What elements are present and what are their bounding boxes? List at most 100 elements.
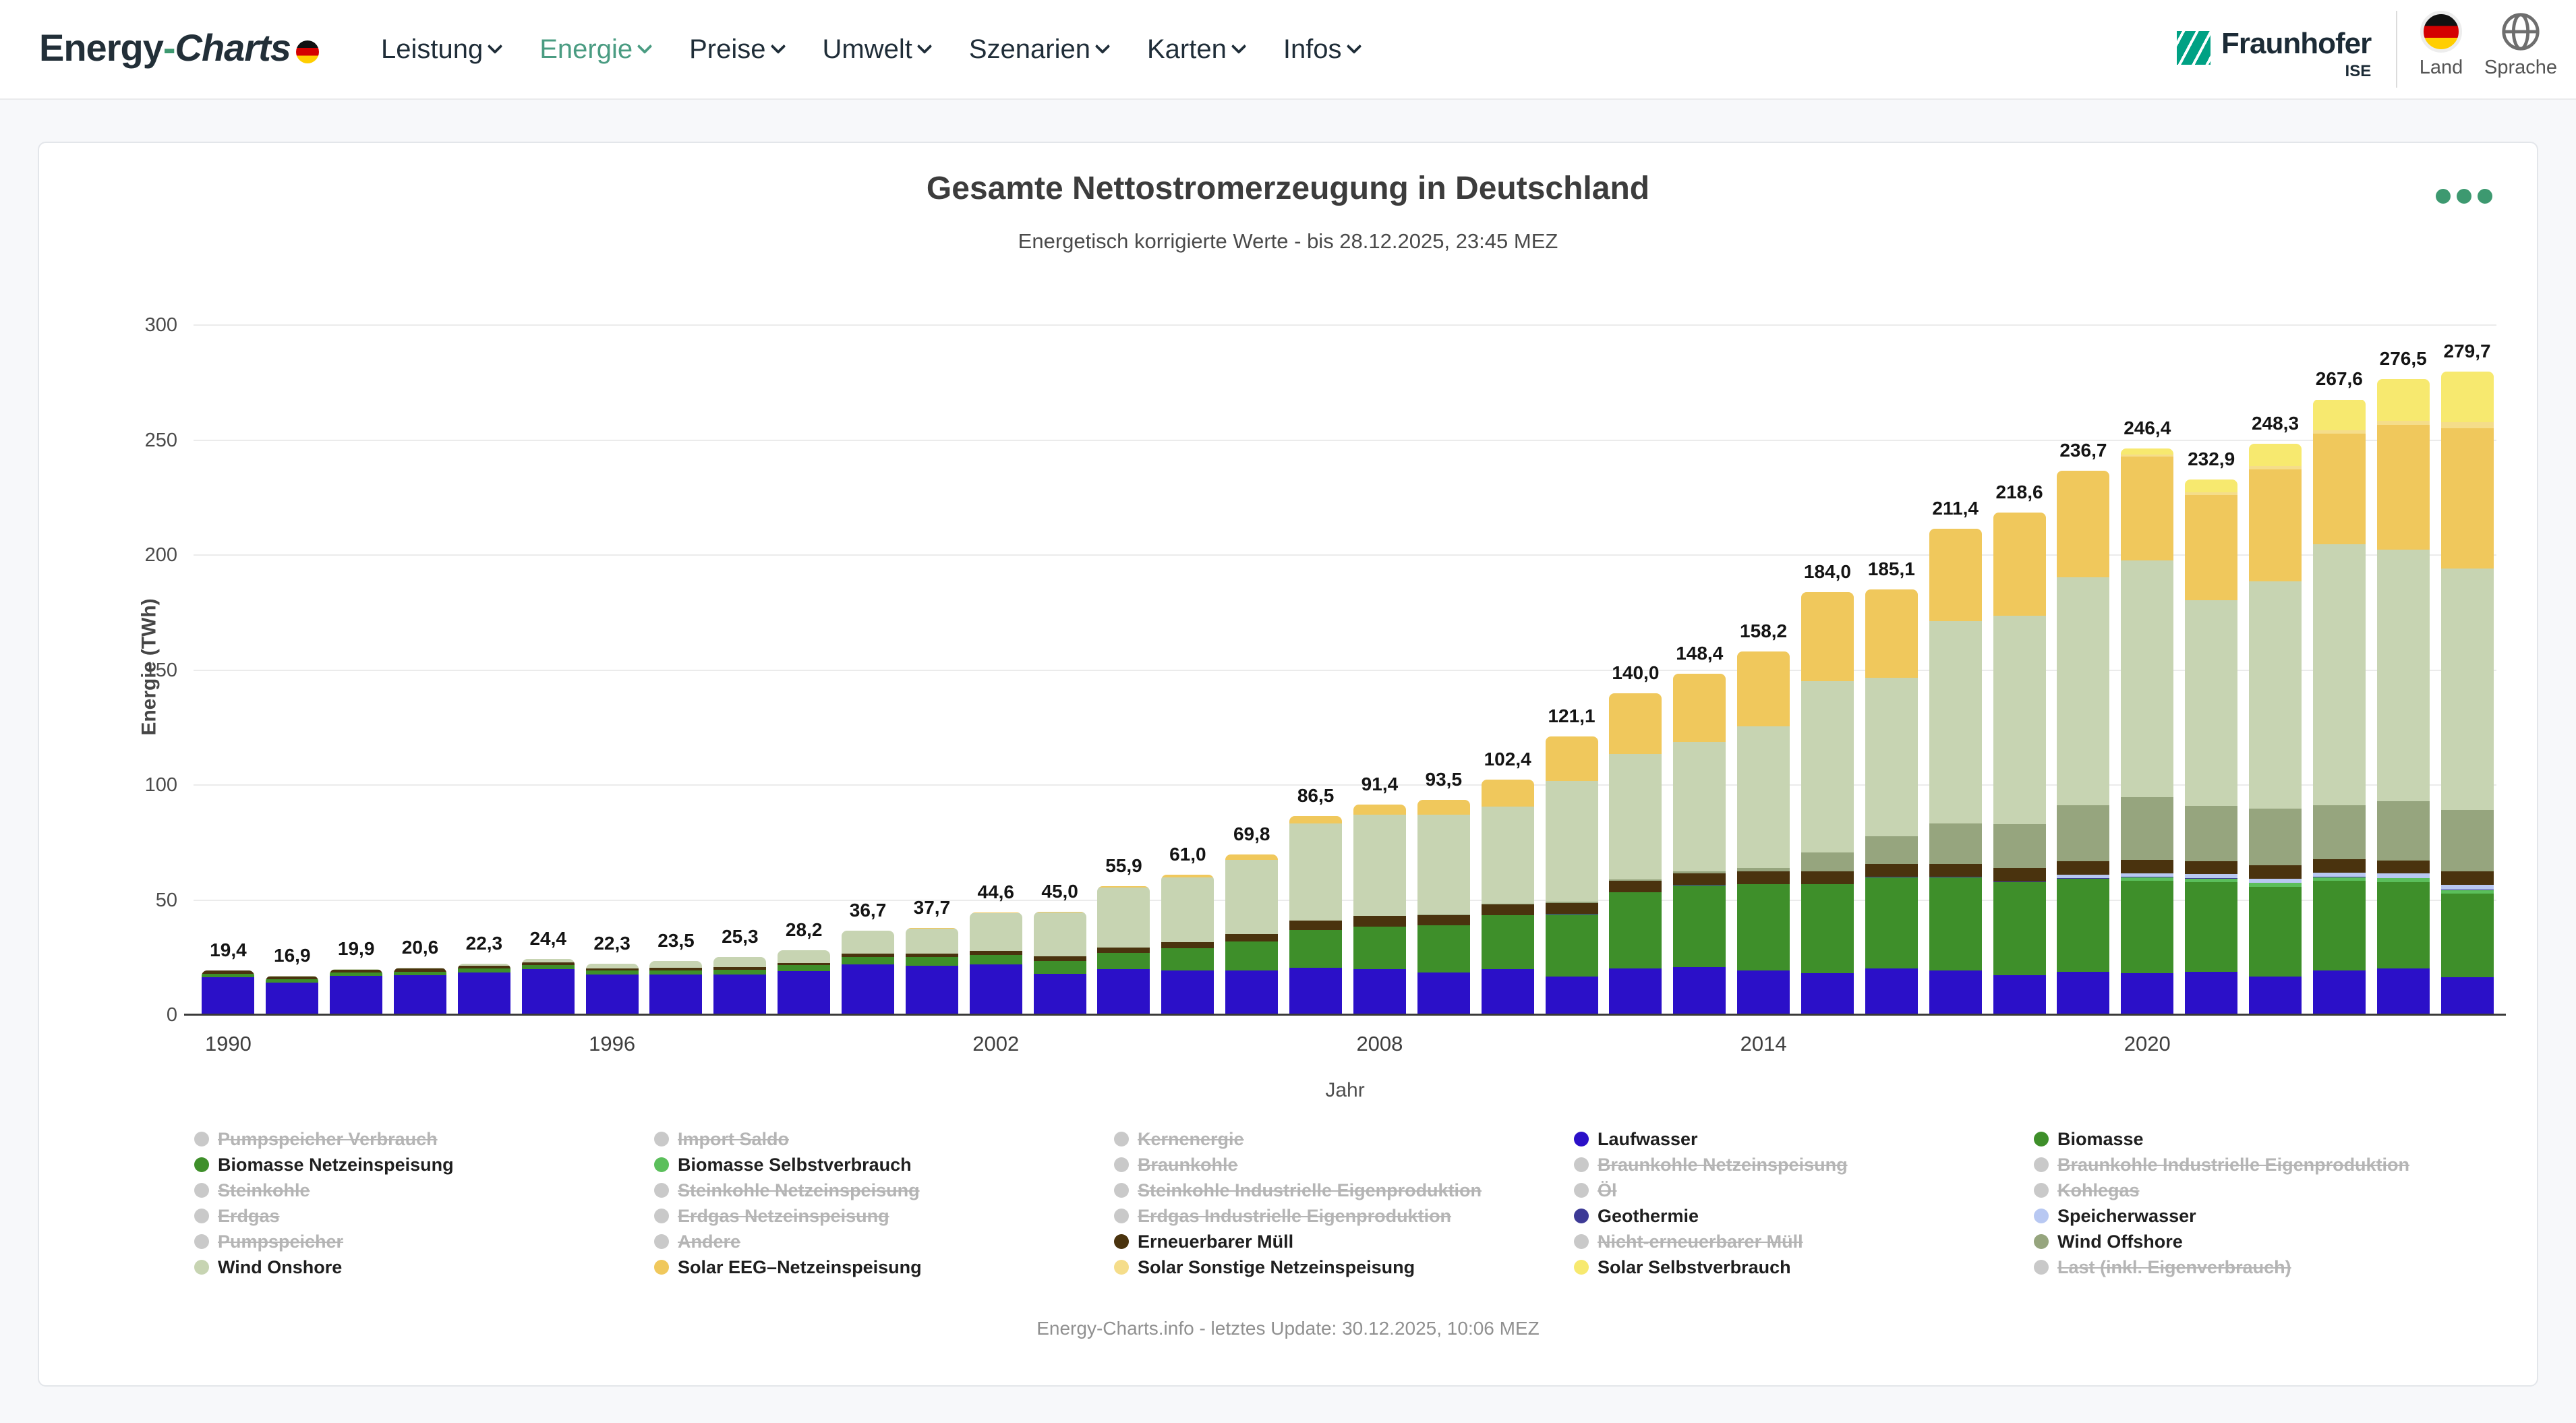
legend-item-kohlegas[interactable]: Kohlegas <box>2034 1178 2494 1203</box>
language-selector[interactable]: Sprache <box>2480 11 2561 79</box>
bar-1993[interactable] <box>394 967 446 1015</box>
legend-item-biomasse-netzeinspeisung[interactable]: Biomasse Netzeinspeisung <box>194 1152 654 1178</box>
bar-2018[interactable] <box>1993 512 2046 1015</box>
bar-2000[interactable] <box>842 930 895 1015</box>
legend-item-braunkohle-industrielle-eigenproduktion[interactable]: Braunkohle Industrielle Eigenproduktion <box>2034 1152 2494 1178</box>
legend-dot-icon <box>1574 1157 1589 1172</box>
bar-2009[interactable] <box>1417 800 1470 1015</box>
bar-1992[interactable] <box>330 969 383 1015</box>
bar-1999[interactable] <box>778 950 831 1015</box>
nav-item-label: Umwelt <box>822 34 912 64</box>
bar-2022[interactable] <box>2248 444 2302 1015</box>
legend-item-braunkohle-netzeinspeisung[interactable]: Braunkohle Netzeinspeisung <box>1574 1152 2034 1178</box>
bar-2003[interactable] <box>1033 911 1086 1015</box>
bar-1994[interactable] <box>457 963 510 1015</box>
legend-item-biomasse-selbstverbrauch[interactable]: Biomasse Selbstverbrauch <box>654 1152 1114 1178</box>
bar-2010[interactable] <box>1481 779 1534 1015</box>
bar-1998[interactable] <box>713 956 767 1015</box>
nav-item-leistung[interactable]: Leistung <box>381 34 503 65</box>
legend-item-braunkohle[interactable]: Braunkohle <box>1114 1152 1574 1178</box>
bar-2001[interactable] <box>905 928 958 1015</box>
legend-item-erdgas[interactable]: Erdgas <box>194 1203 654 1229</box>
legend-item-steinkohle[interactable]: Steinkohle <box>194 1178 654 1203</box>
chevron-down-icon <box>487 38 503 55</box>
segment-biomasse-netzeinspeisung <box>842 957 895 964</box>
bar-1997[interactable] <box>649 960 703 1015</box>
legend-item-steinkohle-industrielle-eigenproduktion[interactable]: Steinkohle Industrielle Eigenproduktion <box>1114 1178 1574 1203</box>
legend-item-nicht-erneuerbarer-müll[interactable]: Nicht-erneuerbarer Müll <box>1574 1229 2034 1254</box>
legend-item-steinkohle-netzeinspeisung[interactable]: Steinkohle Netzeinspeisung <box>654 1178 1114 1203</box>
bar-2020[interactable] <box>2121 448 2174 1015</box>
nav-item-karten[interactable]: Karten <box>1147 34 1247 65</box>
bar-value-2010: 102,4 <box>1484 748 1531 769</box>
bar-value-2020: 246,4 <box>2124 417 2171 438</box>
legend-dot-icon <box>2034 1157 2049 1172</box>
energy-charts-logo[interactable]: Energy-Charts <box>39 26 319 69</box>
legend-label: Wind Offshore <box>2057 1231 2183 1252</box>
bar-1990[interactable] <box>202 970 255 1015</box>
segment-biomasse-netzeinspeisung <box>1993 881 2046 976</box>
legend-item-last-inkl-eigenverbrauch-[interactable]: Last (inkl. Eigenverbrauch) <box>2034 1254 2494 1280</box>
nav-item-energie[interactable]: Energie <box>539 34 653 65</box>
bar-1996[interactable] <box>585 963 639 1015</box>
bar-2021[interactable] <box>2185 479 2238 1015</box>
legend-item-solar-selbstverbrauch[interactable]: Solar Selbstverbrauch <box>1574 1254 2034 1280</box>
bar-2017[interactable] <box>1929 529 1982 1015</box>
legend-item-wind-offshore[interactable]: Wind Offshore <box>2034 1229 2494 1254</box>
segment-biomasse-netzeinspeisung <box>649 970 703 975</box>
segment-laufwasser <box>2376 968 2430 1015</box>
bar-2025[interactable] <box>2440 372 2494 1015</box>
nav-item-preise[interactable]: Preise <box>689 34 786 65</box>
bar-2011[interactable] <box>1545 736 1598 1015</box>
bar-2014[interactable] <box>1737 651 1790 1015</box>
legend-item-laufwasser[interactable]: Laufwasser <box>1574 1126 2034 1152</box>
legend-dot-icon <box>1114 1260 1129 1275</box>
country-selector[interactable]: Land <box>2401 11 2482 79</box>
bar-2019[interactable] <box>2057 470 2110 1015</box>
bar-2002[interactable] <box>969 912 1022 1015</box>
segment-biomasse-netzeinspeisung <box>2057 878 2110 972</box>
legend-dot-icon <box>194 1209 209 1223</box>
bar-2005[interactable] <box>1161 875 1214 1015</box>
bar-2024[interactable] <box>2376 379 2430 1015</box>
segment-wind-onshore <box>1673 741 1726 872</box>
legend-item-erdgas-netzeinspeisung[interactable]: Erdgas Netzeinspeisung <box>654 1203 1114 1229</box>
bar-2007[interactable] <box>1289 816 1343 1015</box>
bar-1991[interactable] <box>266 976 319 1015</box>
legend-item-wind-onshore[interactable]: Wind Onshore <box>194 1254 654 1280</box>
bar-value-1997: 23,5 <box>657 929 695 951</box>
logo-text-charts: Charts <box>175 26 291 69</box>
legend-item-pumpspeicher[interactable]: Pumpspeicher <box>194 1229 654 1254</box>
bar-2004[interactable] <box>1097 886 1150 1015</box>
bar-2013[interactable] <box>1673 674 1726 1015</box>
legend-item-biomasse[interactable]: Biomasse <box>2034 1126 2494 1152</box>
segment-laufwasser <box>2312 970 2366 1015</box>
legend-item-solar-sonstige-netzeinspeisung[interactable]: Solar Sonstige Netzeinspeisung <box>1114 1254 1574 1280</box>
fraunhofer-ise-logo[interactable]: Fraunhofer ISE <box>2177 27 2372 81</box>
bar-2012[interactable] <box>1609 693 1662 1015</box>
legend-item-öl[interactable]: Öl <box>1574 1178 2034 1203</box>
segment-wind-offshore <box>1801 852 1854 871</box>
legend-item-kernenergie[interactable]: Kernenergie <box>1114 1126 1574 1152</box>
legend-item-speicherwasser[interactable]: Speicherwasser <box>2034 1203 2494 1229</box>
bar-2015[interactable] <box>1801 591 1854 1015</box>
legend-item-erdgas-industrielle-eigenproduktion[interactable]: Erdgas Industrielle Eigenproduktion <box>1114 1203 1574 1229</box>
legend-item-andere[interactable]: Andere <box>654 1229 1114 1254</box>
bar-value-2012: 140,0 <box>1612 662 1660 683</box>
segment-wind-onshore <box>2121 560 2174 797</box>
bar-1995[interactable] <box>521 958 575 1015</box>
nav-item-szenarien[interactable]: Szenarien <box>969 34 1111 65</box>
legend-item-pumpspeicher-verbrauch[interactable]: Pumpspeicher Verbrauch <box>194 1126 654 1152</box>
bar-2006[interactable] <box>1225 854 1279 1015</box>
legend-dot-icon <box>2034 1183 2049 1198</box>
bar-2023[interactable] <box>2312 399 2366 1015</box>
nav-item-infos[interactable]: Infos <box>1283 34 1362 65</box>
legend-item-erneuerbarer-müll[interactable]: Erneuerbarer Müll <box>1114 1229 1574 1254</box>
legend-item-geothermie[interactable]: Geothermie <box>1574 1203 2034 1229</box>
nav-item-umwelt[interactable]: Umwelt <box>822 34 933 65</box>
legend-item-solar-eeg-netzeinspeisung[interactable]: Solar EEG–Netzeinspeisung <box>654 1254 1114 1280</box>
segment-solar-eeg-netzeinspeisung <box>2185 495 2238 600</box>
bar-2016[interactable] <box>1865 589 1918 1015</box>
legend-item-import-saldo[interactable]: Import Saldo <box>654 1126 1114 1152</box>
bar-2008[interactable] <box>1353 805 1406 1015</box>
